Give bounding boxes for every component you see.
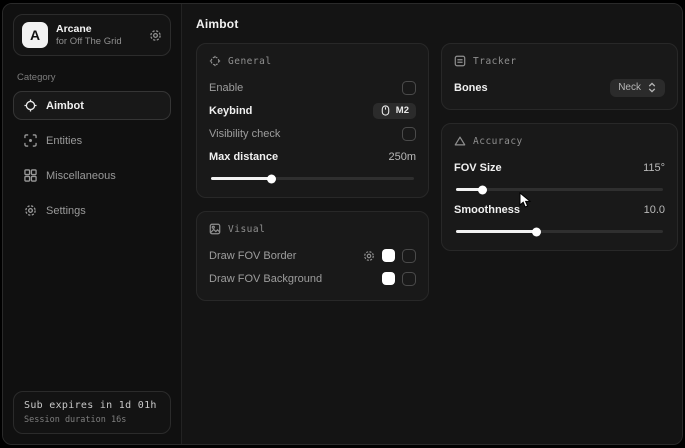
bones-label: Bones (454, 82, 488, 94)
triangle-icon (454, 135, 466, 147)
keybind-value: M2 (396, 105, 409, 116)
session-duration: Session duration 16s (24, 415, 160, 425)
mouse-icon (380, 105, 391, 116)
panel-title: Accuracy (473, 136, 523, 147)
smoothness-value: 10.0 (644, 204, 665, 216)
subscription-card: Sub expires in 1d 01h Session duration 1… (13, 391, 171, 434)
enable-checkbox[interactable] (402, 81, 416, 95)
panel-title: General (228, 56, 272, 67)
fov-background-label: Draw FOV Background (209, 273, 322, 285)
enable-label: Enable (209, 82, 243, 94)
sidebar-item-label: Settings (46, 205, 86, 217)
crosshair-icon (209, 55, 221, 67)
bones-row: Bones Neck (454, 77, 665, 98)
panel-title: Tracker (473, 56, 517, 67)
fov-size-label: FOV Size (454, 162, 502, 174)
sidebar-item-label: Entities (46, 135, 82, 147)
gear-icon (24, 204, 37, 217)
smoothness-row: Smoothness 10.0 (454, 199, 665, 220)
category-label: Category (17, 72, 167, 83)
fov-border-color-swatch[interactable] (382, 249, 395, 262)
smoothness-slider[interactable] (456, 230, 663, 233)
app-window: A Arcane for Off The Grid Category Aimbo… (2, 3, 683, 445)
keybind-label: Keybind (209, 105, 252, 117)
image-icon (209, 223, 221, 235)
chevrons-up-down-icon (647, 82, 657, 93)
app-subtitle: for Off The Grid (56, 36, 141, 48)
tracker-icon (454, 55, 466, 67)
general-panel: General Enable Keybind (196, 43, 429, 198)
visual-panel: Visual Draw FOV Border (196, 211, 429, 301)
subscription-expiry: Sub expires in 1d 01h (24, 400, 160, 411)
app-logo-card: A Arcane for Off The Grid (13, 14, 171, 56)
visibility-check-row: Visibility check (209, 123, 416, 144)
fov-border-row: Draw FOV Border (209, 245, 416, 266)
gear-icon[interactable] (149, 29, 162, 42)
panel-title: Visual (228, 224, 265, 235)
sidebar-item-aimbot[interactable]: Aimbot (13, 91, 171, 120)
crosshair-icon (24, 99, 37, 112)
max-distance-slider-thumb[interactable] (211, 177, 272, 180)
keybind-button[interactable]: M2 (373, 103, 416, 119)
max-distance-slider[interactable] (211, 177, 414, 180)
smoothness-label: Smoothness (454, 204, 520, 216)
accuracy-panel: Accuracy FOV Size 115° Smoothness 10.0 (441, 123, 678, 251)
keybind-row: Keybind M2 (209, 100, 416, 121)
enable-row: Enable (209, 77, 416, 98)
fov-background-checkbox[interactable] (402, 272, 416, 286)
visibility-check-checkbox[interactable] (402, 127, 416, 141)
max-distance-row: Max distance 250m (209, 146, 416, 167)
fov-size-slider-thumb[interactable] (456, 188, 483, 191)
fov-size-slider[interactable] (456, 188, 663, 191)
gear-icon[interactable] (363, 250, 375, 262)
visibility-check-label: Visibility check (209, 128, 280, 140)
bones-selected-value: Neck (618, 82, 641, 93)
sidebar-item-label: Aimbot (46, 100, 84, 112)
grid-icon (24, 169, 37, 182)
fov-border-label: Draw FOV Border (209, 250, 296, 262)
main-content: Aimbot General Enable (182, 4, 683, 444)
tracker-panel: Tracker Bones Neck (441, 43, 678, 110)
fov-size-value: 115° (643, 162, 665, 174)
fov-border-checkbox[interactable] (402, 249, 416, 263)
app-name: Arcane (56, 23, 141, 36)
sidebar-item-label: Miscellaneous (46, 170, 116, 182)
fov-background-row: Draw FOV Background (209, 268, 416, 289)
page-title: Aimbot (196, 17, 678, 31)
sidebar: A Arcane for Off The Grid Category Aimbo… (3, 4, 182, 444)
fov-background-color-swatch[interactable] (382, 272, 395, 285)
sidebar-item-entities[interactable]: Entities (13, 126, 171, 155)
app-logo: A (22, 22, 48, 48)
max-distance-value: 250m (388, 151, 416, 163)
max-distance-label: Max distance (209, 151, 278, 163)
bones-select[interactable]: Neck (610, 79, 665, 97)
fov-size-row: FOV Size 115° (454, 157, 665, 178)
smoothness-slider-thumb[interactable] (456, 230, 537, 233)
scan-icon (24, 134, 37, 147)
sidebar-item-miscellaneous[interactable]: Miscellaneous (13, 161, 171, 190)
sidebar-item-settings[interactable]: Settings (13, 196, 171, 225)
